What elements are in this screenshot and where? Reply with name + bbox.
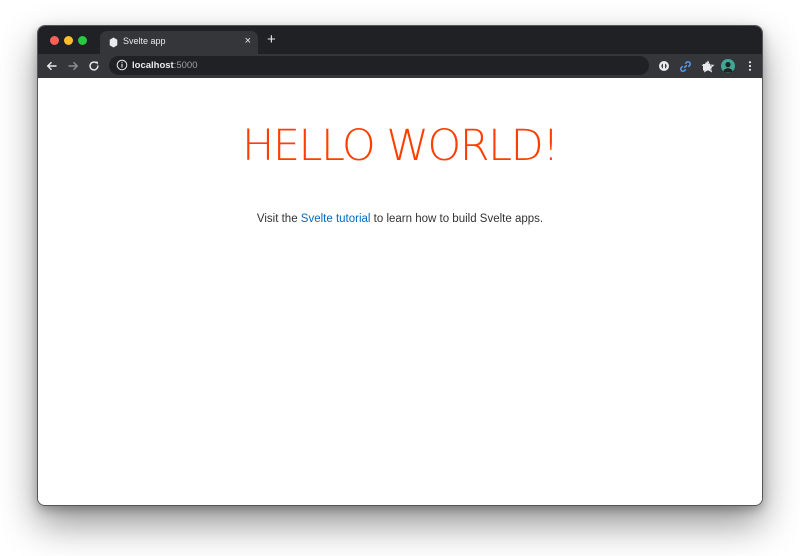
info-icon[interactable] <box>116 59 128 71</box>
minimize-window-button[interactable] <box>64 36 73 45</box>
address-url: localhost:5000 <box>132 60 197 71</box>
link-extension-icon[interactable] <box>677 58 693 74</box>
close-window-button[interactable] <box>50 36 59 45</box>
tab-strip: Svelte app × + <box>38 26 762 54</box>
intro-paragraph: Visit the Svelte tutorial to learn how t… <box>38 213 762 225</box>
intro-text-before: Visit the <box>256 212 301 225</box>
tab-close-button[interactable]: × <box>245 34 251 48</box>
url-port: :5000 <box>173 60 198 71</box>
page-content: HELLO WORLD! Visit the Svelte tutorial t… <box>38 78 762 505</box>
tab-svelte-app[interactable]: Svelte app × <box>100 31 258 54</box>
intro-text-after: to learn how to build Svelte apps. <box>370 212 544 225</box>
reload-icon[interactable] <box>86 58 102 74</box>
browser-toolbar: localhost:5000 <box>38 54 762 78</box>
svelte-favicon-icon <box>109 37 118 48</box>
svelte-tutorial-link[interactable]: Svelte tutorial <box>301 213 371 225</box>
page-heading: HELLO WORLD! <box>242 121 559 171</box>
menu-icon[interactable] <box>742 58 758 74</box>
tab-title: Svelte app <box>123 36 166 46</box>
zoom-window-button[interactable] <box>78 36 87 45</box>
forward-icon[interactable] <box>65 58 81 74</box>
screenshot-stage: Svelte app × + localhost:5000 HELLO WORL… <box>0 0 800 556</box>
url-host: localhost <box>132 60 174 71</box>
extension-a-icon[interactable] <box>656 58 672 74</box>
new-tab-button[interactable]: + <box>267 32 276 48</box>
back-icon[interactable] <box>44 58 60 74</box>
address-bar[interactable]: localhost:5000 <box>109 56 715 75</box>
avatar[interactable] <box>721 59 735 73</box>
puzzle-icon[interactable] <box>699 58 715 74</box>
browser-window: Svelte app × + localhost:5000 HELLO WORL… <box>37 25 763 506</box>
